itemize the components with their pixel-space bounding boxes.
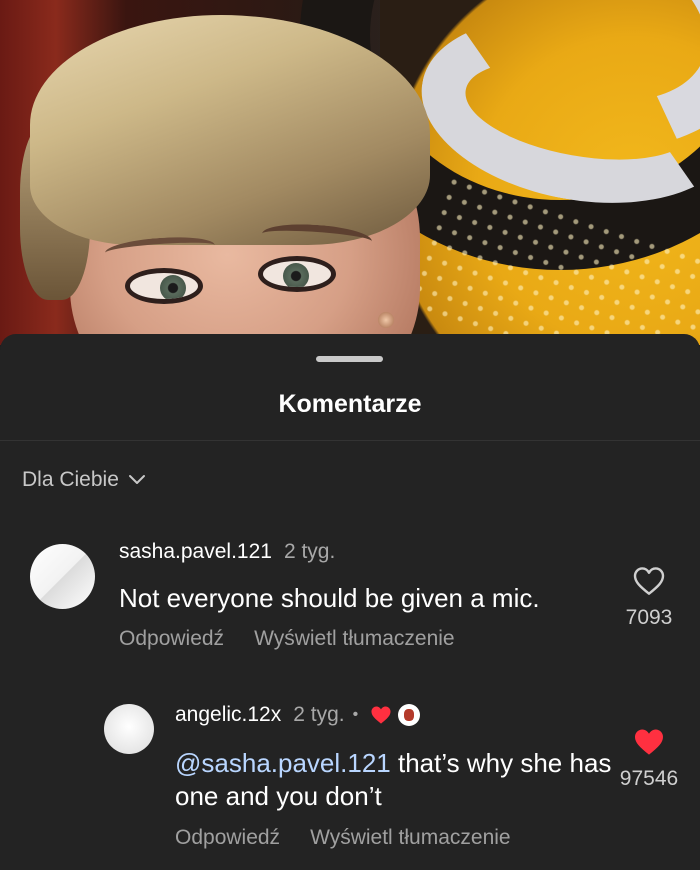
like-control: 97546 xyxy=(609,727,689,791)
comment-text: Not everyone should be given a mic. xyxy=(119,583,540,613)
comments-sheet: Komentarze Dla Ciebie sasha.pavel.121 2 … xyxy=(0,334,700,870)
like-count: 7093 xyxy=(625,606,673,629)
comment-username[interactable]: sasha.pavel.121 xyxy=(119,540,272,564)
separator-dot: • xyxy=(352,706,359,723)
translate-button[interactable]: Wyświetl tłumaczenie xyxy=(310,826,511,850)
comment-meta: sasha.pavel.121 2 tyg. xyxy=(119,540,335,564)
translate-button[interactable]: Wyświetl tłumaczenie xyxy=(254,627,455,651)
creator-liked-heart-icon xyxy=(371,706,391,724)
avatar[interactable] xyxy=(104,704,154,754)
earring xyxy=(378,312,394,328)
comment-username[interactable]: angelic.12x xyxy=(175,703,281,727)
left-eye xyxy=(125,268,203,304)
sort-label: Dla Ciebie xyxy=(22,468,119,491)
chevron-down-icon xyxy=(128,475,145,484)
mention-link[interactable]: @sasha.pavel.121 xyxy=(175,748,391,778)
comment-text: @sasha.pavel.121 that’s why she has one … xyxy=(175,747,615,813)
avatar[interactable] xyxy=(30,544,95,609)
creator-avatar-icon xyxy=(398,704,421,726)
comment-actions: Odpowiedź Wyświetl tłumaczenie xyxy=(175,826,511,850)
divider xyxy=(0,440,700,441)
heart-outline-icon[interactable] xyxy=(633,566,665,596)
video-background-photo xyxy=(0,0,700,345)
comment-actions: Odpowiedź Wyświetl tłumaczenie xyxy=(119,627,455,651)
heart-filled-icon[interactable] xyxy=(633,727,665,757)
right-eye xyxy=(258,256,336,292)
sheet-drag-handle[interactable] xyxy=(316,356,383,362)
like-control: 7093 xyxy=(609,566,689,630)
sort-dropdown[interactable]: Dla Ciebie xyxy=(22,465,147,495)
like-count: 97546 xyxy=(619,767,679,790)
sheet-title: Komentarze xyxy=(278,390,422,418)
comment-time: 2 tyg. xyxy=(293,703,345,726)
reply-button[interactable]: Odpowiedź xyxy=(119,627,224,651)
reply-button[interactable]: Odpowiedź xyxy=(175,826,280,850)
comment-meta: angelic.12x 2 tyg. • xyxy=(175,703,421,727)
comment-time: 2 tyg. xyxy=(283,540,336,563)
